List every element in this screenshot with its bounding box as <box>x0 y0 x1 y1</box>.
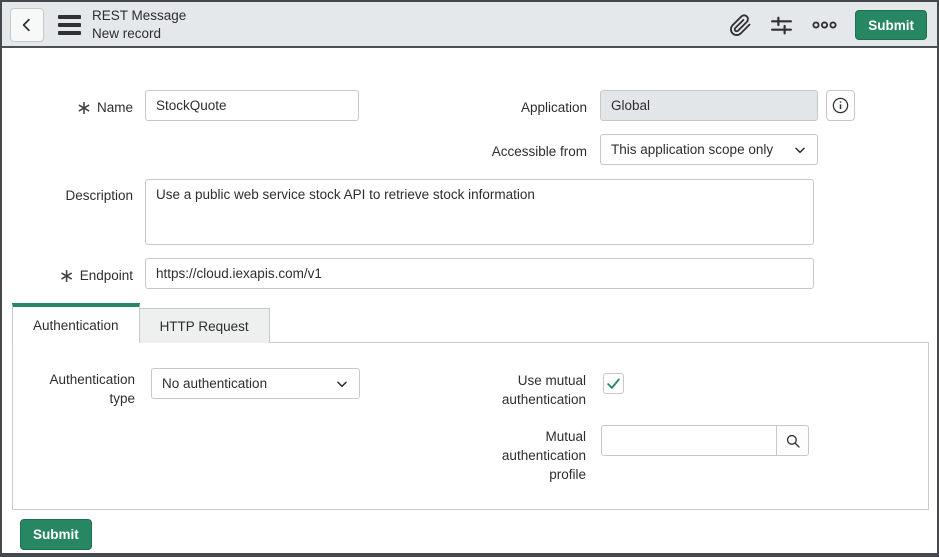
sliders-icon <box>769 13 794 38</box>
section-tabs: Authentication HTTP Request <box>12 303 270 343</box>
mutual-authentication-profile-label: Mutual authentication profile <box>501 429 586 482</box>
use-mutual-authentication-label: Use mutual authentication <box>501 373 586 407</box>
required-indicator: ∗ <box>76 98 92 119</box>
accessible-from-select[interactable]: This application scope only <box>600 134 818 165</box>
authentication-panel: Authentication type No authentication Us… <box>12 342 929 510</box>
name-label: ∗ Name <box>76 98 133 119</box>
application-input <box>600 90 818 121</box>
paperclip-icon <box>729 13 752 37</box>
application-info-button[interactable] <box>826 90 855 121</box>
chevron-down-icon <box>335 377 349 391</box>
tab-http-request[interactable]: HTTP Request <box>139 308 270 343</box>
page-title: REST Message <box>92 8 187 23</box>
authentication-type-select[interactable]: No authentication <box>151 368 360 399</box>
context-menu-icon[interactable] <box>58 15 81 35</box>
tab-authentication[interactable]: Authentication <box>12 303 140 343</box>
more-options-icon <box>811 14 838 36</box>
mutual-authentication-profile-field <box>601 425 809 456</box>
footer-submit-button[interactable]: Submit <box>20 519 92 550</box>
use-mutual-authentication-checkbox[interactable] <box>603 373 624 394</box>
description-label: Description <box>65 188 133 203</box>
accessible-from-label: Accessible from <box>491 144 587 159</box>
name-input[interactable] <box>145 90 359 121</box>
page-subtitle: New record <box>92 25 162 41</box>
authentication-type-value: No authentication <box>162 376 268 391</box>
header-submit-button[interactable]: Submit <box>855 10 927 40</box>
authentication-type-label: Authentication type <box>49 372 135 406</box>
endpoint-input[interactable] <box>145 258 814 289</box>
profile-lookup-button[interactable] <box>776 425 809 456</box>
application-label: Application <box>520 100 587 115</box>
endpoint-label: ∗ Endpoint <box>58 266 133 287</box>
header-titles: REST Message New record <box>92 7 186 42</box>
header-actions: Submit <box>729 2 927 48</box>
info-icon <box>831 96 850 115</box>
back-button[interactable] <box>10 8 44 42</box>
checkmark-icon <box>606 376 621 391</box>
search-icon <box>784 432 802 450</box>
personalize-form-button[interactable] <box>769 13 794 38</box>
form-header: REST Message New record Submit <box>2 2 937 48</box>
required-indicator: ∗ <box>58 266 75 287</box>
rest-message-new-record-page: REST Message New record Submit ∗ Name St… <box>0 0 939 557</box>
chevron-down-icon <box>793 143 807 157</box>
mutual-authentication-profile-input[interactable] <box>601 425 776 456</box>
chevron-left-icon <box>18 16 36 34</box>
description-textarea[interactable]: Use a public web service stock API to re… <box>145 179 814 245</box>
form-body: ∗Name Application Accessible from This a… <box>2 50 937 553</box>
accessible-from-value: This application scope only <box>611 142 774 157</box>
more-options-button[interactable] <box>811 14 838 36</box>
attachments-button[interactable] <box>729 13 752 37</box>
